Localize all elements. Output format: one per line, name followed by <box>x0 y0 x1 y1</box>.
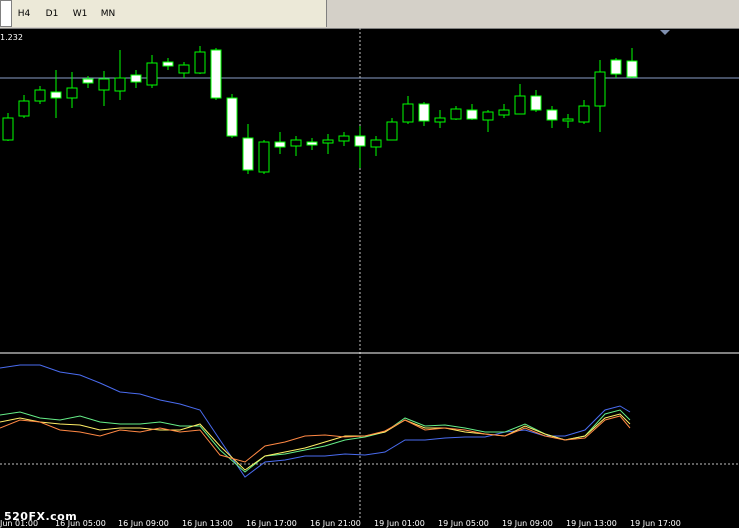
candle-body <box>178 64 190 74</box>
candle-body <box>66 87 78 99</box>
time-label: 16 Jun 21:00 <box>310 519 361 528</box>
candle-body <box>18 100 30 117</box>
shift-marker-icon[interactable] <box>660 30 670 35</box>
tab-w1[interactable]: W1 <box>70 4 90 24</box>
indicator-line <box>0 409 631 473</box>
tab-d1[interactable]: D1 <box>42 4 62 24</box>
candle-body <box>418 103 430 122</box>
candle-body <box>162 61 174 67</box>
candle-body <box>626 60 638 78</box>
candle-body <box>546 109 558 121</box>
candle-body <box>322 139 334 144</box>
candle-body <box>34 89 46 102</box>
candle-body <box>386 121 398 141</box>
time-label: 19 Jun 13:00 <box>566 519 617 528</box>
candle-body <box>594 71 606 107</box>
candle-body <box>258 141 270 173</box>
time-label: 16 Jun 17:00 <box>246 519 297 528</box>
candle-body <box>354 135 366 147</box>
candle-body <box>242 137 254 171</box>
indicator-lines <box>0 364 631 478</box>
candle-body <box>226 97 238 137</box>
candle-body <box>130 74 142 83</box>
indicator-line <box>0 415 631 463</box>
time-label: 19 Jun 17:00 <box>630 519 681 528</box>
time-label: 19 Jun 05:00 <box>438 519 489 528</box>
candle-body <box>338 135 350 142</box>
candle-body <box>290 139 302 147</box>
candle-body <box>370 139 382 148</box>
candle-body <box>450 108 462 120</box>
active-timeframe-tab[interactable] <box>0 0 12 27</box>
time-label: 19 Jun 01:00 <box>374 519 425 528</box>
candle-body <box>50 91 62 99</box>
candle-body <box>514 95 526 115</box>
candle-body <box>498 109 510 116</box>
candle-body <box>610 59 622 75</box>
candle-body <box>98 78 110 91</box>
timeframe-tabs: H4 D1 W1 MN <box>0 0 327 27</box>
candle-body <box>530 95 542 111</box>
indicator-line <box>0 413 631 471</box>
candle-body <box>82 78 94 84</box>
time-axis: Jun 01:00 16 Jun 05:00 16 Jun 09:00 16 J… <box>0 519 681 528</box>
candle-body <box>482 111 494 121</box>
time-label: 16 Jun 09:00 <box>118 519 169 528</box>
indicator-line <box>0 364 631 478</box>
candle-body <box>578 105 590 123</box>
candle-body <box>194 51 206 74</box>
candle-body <box>114 77 126 92</box>
tab-mn[interactable]: MN <box>97 4 119 24</box>
time-label: 16 Jun 13:00 <box>182 519 233 528</box>
candle-body <box>146 62 158 86</box>
candles <box>2 46 638 174</box>
tab-h4[interactable]: H4 <box>14 4 34 24</box>
candle-body <box>274 141 286 148</box>
time-label: 19 Jun 09:00 <box>502 519 553 528</box>
timeframe-toolbar: H4 D1 W1 MN <box>0 0 739 29</box>
candle-body <box>562 118 574 122</box>
candle-body <box>306 141 318 146</box>
price-chart[interactable]: Jun 01:00 16 Jun 05:00 16 Jun 09:00 16 J… <box>0 28 739 528</box>
watermark-logo: 520FX.com <box>4 510 78 523</box>
candle-body <box>2 117 14 141</box>
candle-body <box>466 109 478 120</box>
candle-body <box>402 103 414 123</box>
candle-body <box>434 117 446 123</box>
candle-body <box>210 49 222 99</box>
